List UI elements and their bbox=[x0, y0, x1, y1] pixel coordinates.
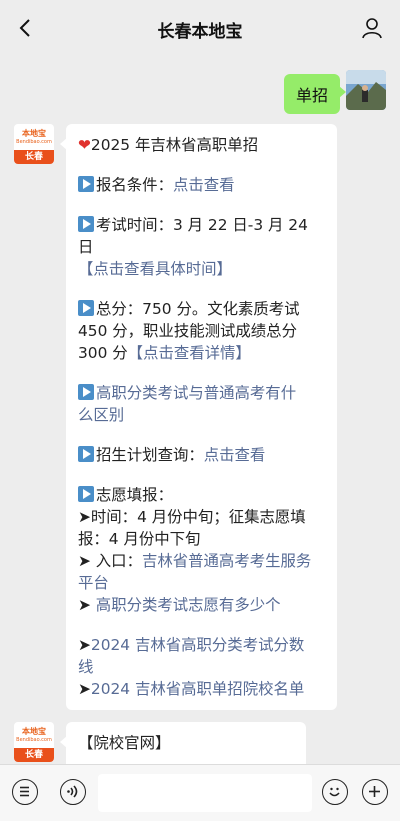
message-input[interactable] bbox=[98, 774, 312, 812]
volunteer-title: 志愿填报： bbox=[78, 484, 325, 506]
post-heading: ❤2025 年吉林省高职单招 bbox=[78, 136, 259, 154]
score-line: 总分：750 分。文化素质考试 bbox=[78, 298, 325, 320]
add-icon[interactable] bbox=[362, 779, 388, 805]
bot-avatar[interactable]: 本地宝 Bendibao.com 长春 bbox=[14, 722, 54, 762]
my-message-bubble[interactable]: 单招 bbox=[283, 74, 347, 114]
registration-link[interactable]: 点击查看 bbox=[173, 176, 235, 194]
heart-icon: ❤ bbox=[78, 136, 91, 154]
input-toolbar bbox=[0, 764, 400, 821]
city-label: 长春 bbox=[14, 150, 54, 164]
avatar-photo bbox=[346, 70, 386, 110]
emoji-icon[interactable] bbox=[322, 779, 348, 805]
voice-icon[interactable] bbox=[60, 779, 86, 805]
difference-link[interactable]: 高职分类考试与普通高考有什 bbox=[78, 382, 325, 404]
play-icon bbox=[78, 176, 94, 192]
score-2024-link[interactable]: 2024 吉林省高职分类考试分数 bbox=[91, 636, 304, 654]
play-icon bbox=[78, 446, 94, 462]
score-detail-link[interactable]: 【点击查看详情】 bbox=[128, 344, 251, 362]
post-bubble: ❤2025 年吉林省高职单招 报名条件：点击查看 考试时间：3 月 22 日-3… bbox=[60, 124, 337, 710]
play-icon bbox=[78, 384, 94, 400]
exam-time-link[interactable]: 【点击查看具体时间】 bbox=[78, 260, 232, 278]
chat-header: 长春本地宝 bbox=[0, 0, 400, 56]
volunteer-count-link[interactable]: 高职分类考试志愿有多少个 bbox=[96, 596, 281, 614]
enrollment-plan-link[interactable]: 点击查看 bbox=[204, 446, 266, 464]
bot-avatar[interactable]: 本地宝 Bendibao.com 长春 bbox=[14, 124, 54, 164]
menu-list-icon[interactable] bbox=[12, 779, 38, 805]
chat-title: 长春本地宝 bbox=[157, 22, 243, 42]
play-icon bbox=[78, 300, 94, 316]
exam-time-line: 考试时间：3 月 22 日-3 月 24 日 bbox=[78, 216, 308, 256]
registration-line: 报名条件：点击查看 bbox=[78, 174, 325, 196]
school-list-2024-link[interactable]: 2024 吉林省高职单招院校名单 bbox=[91, 680, 304, 698]
city-label: 长春 bbox=[14, 748, 54, 762]
enrollment-plan-line: 招生计划查询：点击查看 bbox=[78, 444, 325, 466]
user-icon[interactable] bbox=[360, 16, 384, 40]
my-avatar[interactable] bbox=[346, 70, 386, 110]
brand-logo: 本地宝 Bendibao.com bbox=[16, 129, 52, 145]
service-platform-link[interactable]: 吉林省普通高考考生服务 bbox=[142, 552, 311, 570]
play-icon bbox=[78, 216, 94, 232]
my-message-text: 单招 bbox=[295, 86, 328, 105]
play-icon bbox=[78, 486, 94, 502]
brand-logo: 本地宝 Bendibao.com bbox=[16, 727, 52, 743]
